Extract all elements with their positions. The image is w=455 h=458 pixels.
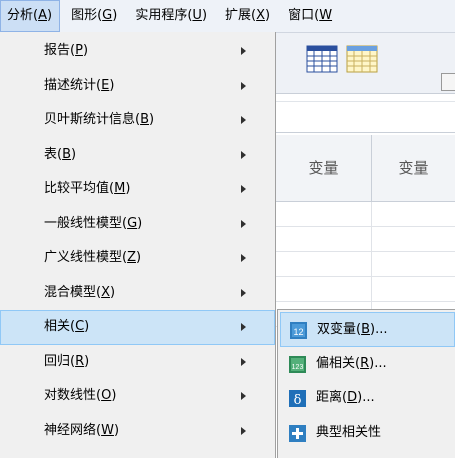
menu-item-label: 表(B) bbox=[44, 146, 77, 162]
submenu-item-canonical-correlation[interactable]: 典型相关性 bbox=[280, 416, 455, 451]
menu-item-label: 神经网络(W) bbox=[44, 422, 120, 438]
submenu-item-partial[interactable]: 123 偏相关(R)... bbox=[280, 347, 455, 382]
menu-item-label: 贝叶斯统计信息(B) bbox=[44, 112, 155, 127]
menu-item-label: 广义线性模型(Z) bbox=[44, 250, 142, 265]
submenu-item-bivariate[interactable]: 12 双变量(B)... bbox=[280, 312, 455, 347]
menu-window-accel: W bbox=[319, 8, 333, 23]
cell-editor-bar[interactable] bbox=[276, 101, 455, 133]
submenu-item-label: 距离(D)... bbox=[316, 390, 375, 405]
partial-toolbar-icon[interactable] bbox=[441, 73, 455, 91]
column-header[interactable]: 变量 bbox=[372, 135, 455, 201]
menu-item-label: 相关(C) bbox=[44, 319, 90, 334]
table-row[interactable] bbox=[276, 202, 455, 227]
menu-item-label: 对数线性(O) bbox=[44, 388, 117, 403]
submenu-arrow-icon bbox=[241, 150, 246, 159]
menu-utilities-label: 实用程序 bbox=[135, 8, 188, 23]
submenu-arrow-icon bbox=[241, 254, 246, 262]
variable-view-grid-icon[interactable] bbox=[346, 44, 378, 74]
column-header[interactable]: 变量 bbox=[276, 135, 372, 201]
submenu-arrow-icon bbox=[241, 185, 246, 193]
menu-item-generalized-linear-models[interactable]: 广义线性模型(Z) bbox=[0, 241, 275, 276]
menu-extensions[interactable]: 扩展(X) bbox=[216, 0, 279, 32]
menu-extensions-accel: X bbox=[256, 8, 266, 23]
menu-window-label: 窗口 bbox=[288, 8, 315, 23]
table-row[interactable] bbox=[276, 227, 455, 252]
submenu-arrow-icon bbox=[241, 323, 246, 331]
menu-item-label: 混合模型(X) bbox=[44, 284, 116, 300]
menu-graphs[interactable]: 图形(G) bbox=[60, 0, 126, 32]
grid-column-headers: 变量 变量 bbox=[276, 135, 455, 202]
menu-item-general-linear-model[interactable]: 一般线性模型(G) bbox=[0, 207, 275, 242]
submenu-item-label: 偏相关(R)... bbox=[316, 355, 387, 371]
submenu-item-distances[interactable]: δ 距离(D)... bbox=[280, 381, 455, 416]
svg-text:123: 123 bbox=[292, 364, 304, 371]
menu-item-label: 报告(P) bbox=[44, 43, 89, 58]
data-view-grid-icon[interactable] bbox=[306, 44, 338, 74]
partial-correlation-icon: 123 bbox=[289, 355, 306, 373]
submenu-item-label: 典型相关性 bbox=[316, 424, 382, 440]
correlate-submenu: 12 双变量(B)... 123 偏相关(R)... δ 距离(D)... 典型… bbox=[277, 309, 455, 458]
toolbar bbox=[276, 33, 455, 94]
submenu-arrow-icon bbox=[241, 81, 246, 90]
analyze-menu: 报告(P) 描述统计(E) 贝叶斯统计信息(B) 表(B) 比较平均值(M) 一… bbox=[0, 32, 276, 458]
menu-item-label: 回归(R) bbox=[44, 353, 90, 369]
submenu-item-label: 双变量(B)... bbox=[317, 322, 388, 337]
menubar: 分析(A) 图形(G) 实用程序(U) 扩展(X) 窗口(W bbox=[0, 0, 455, 33]
svg-text:12: 12 bbox=[293, 327, 303, 337]
submenu-arrow-icon bbox=[241, 426, 246, 435]
menu-analyze[interactable]: 分析(A) bbox=[0, 0, 61, 32]
table-row[interactable] bbox=[276, 277, 455, 302]
menu-graphs-label: 图形 bbox=[71, 8, 98, 23]
distances-icon: δ bbox=[289, 390, 306, 407]
menu-item-correlate[interactable]: 相关(C) bbox=[0, 310, 275, 345]
submenu-arrow-icon bbox=[241, 392, 246, 400]
svg-text:δ: δ bbox=[294, 393, 302, 407]
table-row[interactable] bbox=[276, 252, 455, 277]
menu-analyze-label: 分析 bbox=[7, 8, 34, 23]
menu-utilities-accel: U bbox=[192, 8, 202, 23]
submenu-arrow-icon bbox=[241, 47, 246, 55]
bivariate-icon: 12 bbox=[290, 322, 307, 339]
menu-item-label: 比较平均值(M) bbox=[44, 181, 131, 196]
menu-item-descriptive-statistics[interactable]: 描述统计(E) bbox=[0, 69, 275, 104]
menu-item-compare-means[interactable]: 比较平均值(M) bbox=[0, 172, 275, 207]
menu-item-tables[interactable]: 表(B) bbox=[0, 138, 275, 173]
menu-utilities[interactable]: 实用程序(U) bbox=[126, 0, 216, 32]
menu-window[interactable]: 窗口(W bbox=[279, 0, 332, 32]
menu-item-mixed-models[interactable]: 混合模型(X) bbox=[0, 276, 275, 311]
menu-extensions-label: 扩展 bbox=[225, 8, 252, 23]
menu-item-bayesian-statistics[interactable]: 贝叶斯统计信息(B) bbox=[0, 103, 275, 138]
submenu-arrow-icon bbox=[241, 116, 246, 124]
menu-graphs-accel: G bbox=[102, 8, 113, 23]
menu-item-label: 描述统计(E) bbox=[44, 77, 115, 93]
menu-item-label: 一般线性模型(G) bbox=[44, 215, 143, 231]
menu-item-loglinear[interactable]: 对数线性(O) bbox=[0, 379, 275, 414]
menu-item-neural-networks[interactable]: 神经网络(W) bbox=[0, 414, 275, 449]
submenu-arrow-icon bbox=[241, 288, 246, 297]
menu-analyze-accel: A bbox=[38, 8, 47, 23]
submenu-arrow-icon bbox=[241, 357, 246, 366]
submenu-arrow-icon bbox=[241, 219, 246, 228]
menu-item-reports[interactable]: 报告(P) bbox=[0, 34, 275, 69]
canonical-correlation-icon bbox=[289, 424, 306, 442]
menu-item-regression[interactable]: 回归(R) bbox=[0, 345, 275, 380]
